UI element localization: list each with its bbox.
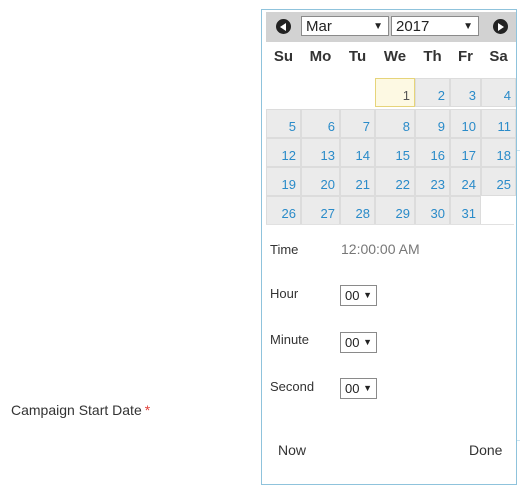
calendar-day[interactable]: 4 [481,78,516,107]
divider [266,224,514,225]
weekday-header: Fr [458,48,473,65]
calendar-day[interactable]: 29 [375,196,415,225]
year-select-value: 2017 [396,18,430,35]
minute-label: Minute [270,332,310,347]
minute-select-value: 00 [345,335,360,350]
calendar-day[interactable]: 7 [340,109,375,138]
chevron-down-icon: ▼ [363,337,372,347]
date-time-picker: Mar ▼ 2017 ▼ Su Mo Tu We Th Fr Sa 1 2 3 4 5 6 7 8 9 10 1… [261,9,517,485]
calendar-day[interactable]: 31 [450,196,481,225]
calendar-day[interactable]: 23 [415,167,450,196]
month-select[interactable]: Mar ▼ [301,16,389,36]
campaign-start-date-label: Campaign Start Date * [11,402,150,418]
calendar-day[interactable]: 20 [301,167,340,196]
year-select[interactable]: 2017 ▼ [391,16,479,36]
calendar-day[interactable]: 21 [340,167,375,196]
calendar-day[interactable]: 18 [481,138,516,167]
calendar-day[interactable]: 5 [266,109,301,138]
calendar-day[interactable]: 26 [266,196,301,225]
second-select[interactable]: 00 ▼ [340,378,377,399]
done-button[interactable]: Done [469,442,502,458]
calendar-day[interactable]: 19 [266,167,301,196]
calendar-day[interactable]: 27 [301,196,340,225]
calendar-day[interactable]: 25 [481,167,516,196]
weekday-header-row: Su Mo Tu We Th Fr Sa [266,48,516,72]
calendar-day[interactable]: 10 [450,109,481,138]
calendar-day[interactable]: 24 [450,167,481,196]
calendar-day[interactable]: 13 [301,138,340,167]
calendar-day[interactable]: 11 [481,109,516,138]
calendar-day[interactable]: 2 [415,78,450,107]
hour-select-value: 00 [345,288,360,303]
weekday-header: Tu [348,48,367,65]
hour-select[interactable]: 00 ▼ [340,285,377,306]
weekday-header: Sa [489,48,508,65]
calendar-day[interactable]: 30 [415,196,450,225]
second-select-value: 00 [345,381,360,396]
calendar-day-selected[interactable]: 1 [375,78,415,107]
weekday-header: Th [423,48,442,65]
second-label: Second [270,379,315,394]
weekday-header: Mo [309,48,332,65]
chevron-down-icon: ▼ [373,21,383,32]
calendar-day[interactable]: 8 [375,109,415,138]
weekday-header: We [383,48,407,65]
time-value: 12:00:00 AM [341,241,420,257]
calendar-day[interactable]: 6 [301,109,340,138]
calendar-day[interactable]: 28 [340,196,375,225]
chevron-down-icon: ▼ [463,21,473,32]
calendar-day[interactable]: 15 [375,138,415,167]
now-button[interactable]: Now [278,442,306,458]
weekday-header: Su [273,48,294,65]
next-month-icon[interactable] [493,19,508,34]
calendar-day[interactable]: 12 [266,138,301,167]
time-label: Time [270,242,299,257]
hour-label: Hour [270,286,299,301]
month-select-value: Mar [306,18,332,35]
required-marker: * [144,402,151,418]
minute-select[interactable]: 00 ▼ [340,332,377,353]
calendar-day[interactable]: 17 [450,138,481,167]
prev-month-icon[interactable] [276,19,291,34]
calendar-day[interactable]: 14 [340,138,375,167]
calendar-day[interactable]: 9 [415,109,450,138]
calendar-day[interactable]: 22 [375,167,415,196]
calendar-day[interactable]: 3 [450,78,481,107]
calendar-day[interactable]: 16 [415,138,450,167]
chevron-down-icon: ▼ [363,383,372,393]
chevron-down-icon: ▼ [363,290,372,300]
field-label-text: Campaign Start Date [11,402,142,418]
picker-header: Mar ▼ 2017 ▼ [266,12,516,42]
